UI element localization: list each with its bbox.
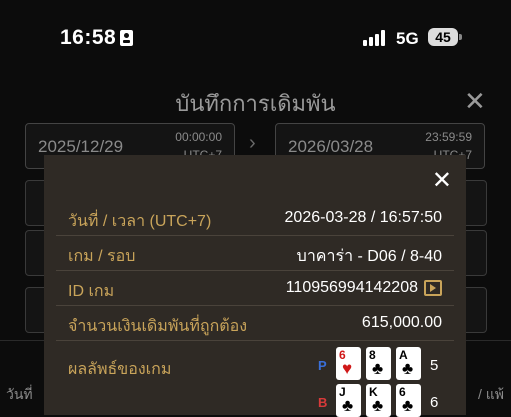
banker-label: B	[318, 395, 328, 410]
player-label: P	[318, 358, 327, 373]
chevron-right-icon: ›	[249, 132, 256, 154]
detail-label: จำนวนเงินเดิมพันที่ถูกต้อง	[68, 318, 248, 335]
detail-label: ผลลัพธ์ของเกม	[68, 361, 172, 378]
start-time: 00:00:00	[175, 130, 222, 144]
detail-row-valid-bet: จำนวนเงินเดิมพันที่ถูกต้อง 615,000.00	[56, 306, 454, 341]
status-time: 16:58	[60, 26, 117, 49]
status-bar: 16:58 5G 45	[0, 0, 511, 72]
end-time: 23:59:59	[425, 130, 472, 144]
detail-value-wrap: 110956994142208	[286, 279, 442, 297]
detail-label: วันที่ / เวลา (UTC+7)	[68, 213, 212, 230]
player-card: 6 ♥	[336, 347, 361, 380]
battery-tip	[459, 34, 462, 40]
network-type: 5G	[396, 29, 419, 48]
player-score: 5	[430, 357, 439, 374]
table-header-date: วันที่	[6, 386, 33, 402]
detail-row-game-id: ID เกม 110956994142208	[56, 271, 454, 306]
end-date: 2026/03/28	[288, 137, 374, 156]
detail-label: เกม / รอบ	[68, 248, 136, 265]
player-card: A ♣	[396, 347, 421, 380]
page-title: บันทึกการเดิมพัน	[175, 91, 336, 116]
club-suit-icon: ♣	[372, 359, 384, 378]
start-date: 2025/12/29	[38, 137, 124, 156]
detail-value: 615,000.00	[361, 314, 442, 331]
detail-row-game-round: เกม / รอบ บาคาร่า - D06 / 8-40	[56, 236, 454, 271]
battery-icon: 45	[428, 28, 458, 46]
banker-card: J ♣	[336, 384, 361, 417]
game-id-value: 110956994142208	[285, 279, 418, 296]
banker-card: K ♣	[366, 384, 391, 417]
banker-score: 6	[430, 394, 439, 411]
id-card-icon	[120, 30, 133, 46]
video-replay-icon[interactable]	[424, 279, 442, 296]
banker-card: 6 ♣	[396, 384, 421, 417]
table-header-winloss: / แพ้	[478, 386, 505, 402]
player-card: 8 ♣	[366, 347, 391, 380]
detail-label: ID เกม	[68, 283, 115, 300]
heart-suit-icon: ♥	[342, 359, 353, 378]
bet-detail-modal: ✕ วันที่ / เวลา (UTC+7) 2026-03-28 / 16:…	[44, 155, 466, 417]
close-icon[interactable]: ✕	[432, 169, 452, 193]
detail-value: บาคาร่า - D06 / 8-40	[296, 248, 442, 265]
close-icon[interactable]: ✕	[464, 86, 486, 117]
detail-row-datetime: วันที่ / เวลา (UTC+7) 2026-03-28 / 16:57…	[56, 201, 454, 236]
detail-value: 2026-03-28 / 16:57:50	[284, 209, 442, 226]
club-suit-icon: ♣	[402, 359, 414, 378]
detail-row-game-result: ผลลัพธ์ของเกม P 6 ♥ 8 ♣ A ♣ 5 B J ♣ K ♣ …	[56, 341, 454, 417]
signal-bars-icon	[363, 30, 387, 46]
